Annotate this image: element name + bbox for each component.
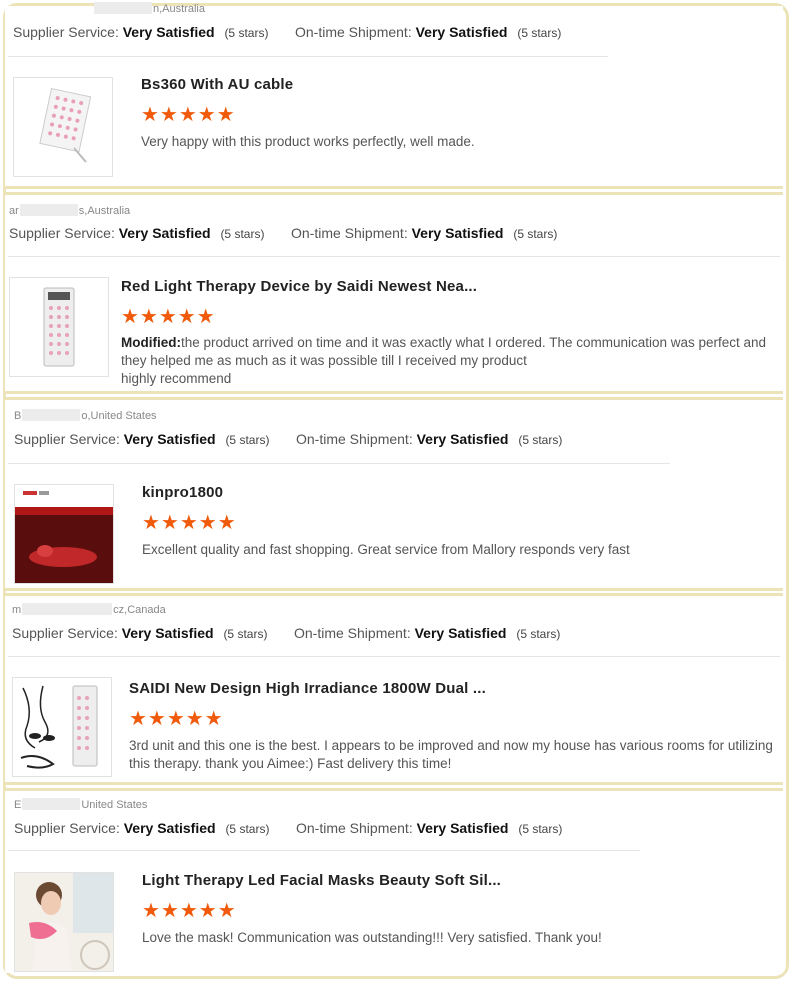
supplier-service-label: Supplier Service:: [13, 24, 119, 40]
shipment-count: (5 stars): [516, 627, 561, 641]
product-title[interactable]: Bs360 With AU cable: [141, 76, 293, 93]
product-thumbnail[interactable]: [12, 677, 112, 777]
buyer-location: m cz,Canada: [12, 603, 166, 616]
shipment-label: On-time Shipment:: [294, 625, 411, 641]
product-thumbnail[interactable]: [14, 484, 114, 584]
review-card: ar s,Australia Supplier Service: Very Sat…: [5, 192, 783, 394]
buyer-location: Bo,United States: [14, 409, 157, 422]
product-title[interactable]: kinpro1800: [142, 484, 223, 501]
buyer-location: n,Australia: [93, 2, 205, 15]
masked-name: [22, 409, 81, 421]
product-thumbnail[interactable]: [14, 872, 114, 972]
divider: [8, 463, 670, 464]
supplier-service-value: Very Satisfied: [122, 24, 215, 40]
review-text: Modified:the product arrived on time and…: [121, 335, 767, 386]
divider: [8, 56, 608, 57]
buyer-location: E United States: [14, 798, 148, 811]
rating-summary: Supplier Service: Very Satisfied (5 star…: [9, 225, 557, 241]
product-title[interactable]: Light Therapy Led Facial Masks Beauty So…: [142, 872, 501, 889]
product-thumbnail[interactable]: [13, 77, 113, 177]
star-icon: ★★★★★: [142, 900, 237, 922]
review-text: Excellent quality and fast shopping. Gre…: [142, 542, 630, 557]
masked-name: [22, 798, 81, 810]
divider: [8, 656, 780, 657]
shipment-value: Very Satisfied: [416, 431, 509, 447]
shipment-label: On-time Shipment:: [296, 431, 413, 447]
supplier-service-label: Supplier Service:: [12, 625, 118, 641]
masked-name: [94, 2, 152, 14]
star-icon: ★★★★★: [142, 512, 237, 534]
shipment-count: (5 stars): [518, 433, 563, 447]
shipment-count: (5 stars): [518, 822, 563, 836]
rating-summary: Supplier Service: Very Satisfied (5 star…: [12, 625, 560, 641]
shipment-value: Very Satisfied: [415, 24, 508, 40]
rating-summary: Supplier Service: Very Satisfied (5 star…: [14, 431, 562, 447]
review-card: m cz,Canada Supplier Service: Very Satisf…: [5, 593, 783, 785]
review-text: 3rd unit and this one is the best. I app…: [129, 738, 773, 771]
review-card: Bo,United States Supplier Service: Very …: [5, 397, 783, 591]
star-icon: ★★★★★: [121, 306, 216, 328]
shipment-value: Very Satisfied: [411, 225, 504, 241]
divider: [8, 850, 640, 851]
masked-name: [22, 603, 113, 615]
supplier-service-value: Very Satisfied: [121, 625, 214, 641]
supplier-service-label: Supplier Service:: [14, 820, 120, 836]
review-card: n,Australia Supplier Service: Very Satis…: [5, 2, 783, 189]
shipment-count: (5 stars): [513, 227, 558, 241]
divider: [8, 256, 780, 257]
supplier-service-count: (5 stars): [225, 433, 270, 447]
shipment-value: Very Satisfied: [414, 625, 507, 641]
supplier-service-count: (5 stars): [223, 627, 268, 641]
shipment-value: Very Satisfied: [416, 820, 509, 836]
supplier-service-label: Supplier Service:: [9, 225, 115, 241]
buyer-location: ar s,Australia: [9, 204, 131, 217]
shipment-count: (5 stars): [517, 26, 562, 40]
rating-summary: Supplier Service: Very Satisfied (5 star…: [14, 820, 562, 836]
review-card: E United States Supplier Service: Very Sa…: [5, 788, 783, 973]
rating-summary: Supplier Service: Very Satisfied (5 star…: [13, 24, 561, 40]
shipment-label: On-time Shipment:: [291, 225, 408, 241]
supplier-service-label: Supplier Service:: [14, 431, 120, 447]
review-text: Very happy with this product works perfe…: [141, 134, 475, 149]
masked-name: [19, 204, 78, 216]
modified-label: Modified:: [121, 335, 181, 350]
supplier-service-value: Very Satisfied: [118, 225, 211, 241]
supplier-service-count: (5 stars): [220, 227, 265, 241]
star-icon: ★★★★★: [129, 708, 224, 730]
supplier-service-count: (5 stars): [225, 822, 270, 836]
supplier-service-value: Very Satisfied: [123, 820, 216, 836]
shipment-label: On-time Shipment:: [296, 820, 413, 836]
product-thumbnail[interactable]: [9, 277, 109, 377]
supplier-service-value: Very Satisfied: [123, 431, 216, 447]
product-title[interactable]: Red Light Therapy Device by Saidi Newest…: [121, 278, 477, 295]
supplier-service-count: (5 stars): [224, 26, 269, 40]
product-title[interactable]: SAIDI New Design High Irradiance 1800W D…: [129, 680, 486, 697]
shipment-label: On-time Shipment:: [295, 24, 412, 40]
review-text: Love the mask! Communication was outstan…: [142, 930, 602, 945]
star-icon: ★★★★★: [141, 104, 236, 126]
